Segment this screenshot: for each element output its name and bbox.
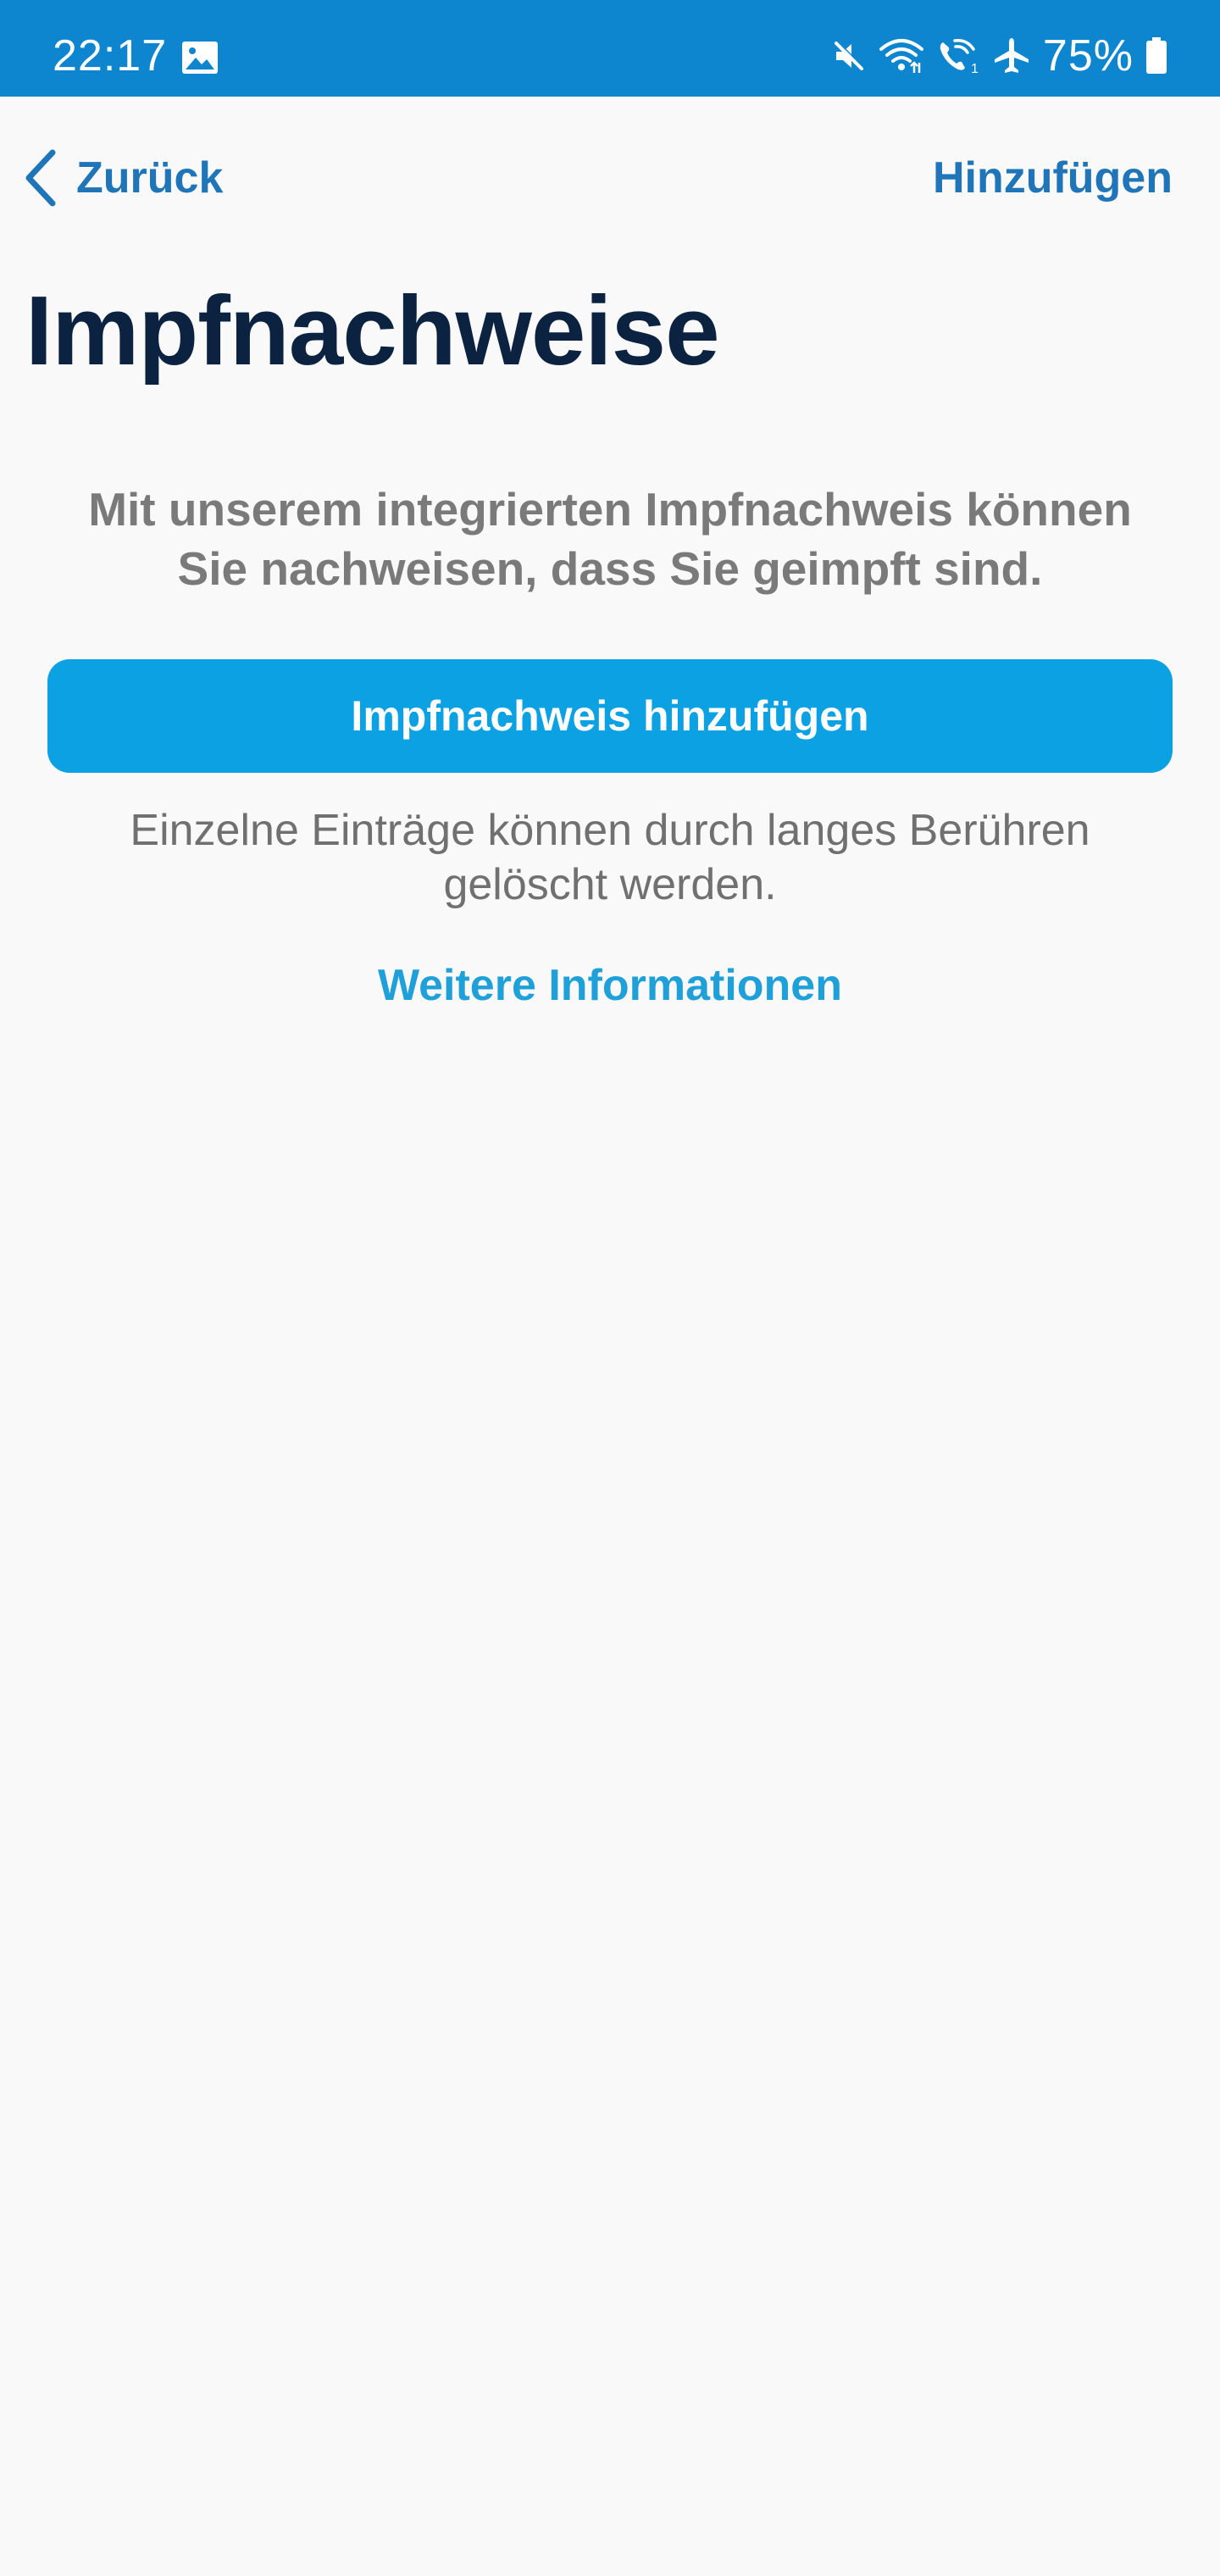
battery-level: 75% — [1042, 31, 1134, 80]
back-button-label: Zurück — [76, 153, 224, 203]
add-button[interactable]: Hinzufügen — [933, 144, 1173, 212]
mute-icon — [831, 38, 867, 74]
back-button[interactable]: Zurück — [22, 144, 223, 212]
battery-icon — [1145, 37, 1167, 75]
status-time: 22:17 — [53, 31, 168, 80]
svg-text:1: 1 — [971, 62, 979, 75]
airplane-icon — [992, 36, 1031, 75]
hint-text: Einzelne Einträge können durch langes Be… — [130, 806, 1090, 909]
status-bar: 22:17 1 75% — [0, 0, 1220, 97]
gallery-icon — [181, 41, 219, 75]
chevron-left-icon — [22, 147, 59, 208]
add-vaccination-certificate-button[interactable]: Impfnachweis hinzufügen — [47, 659, 1173, 773]
more-info-link[interactable]: Weitere Informationen — [47, 958, 1173, 1013]
status-icons: 1 75% — [831, 29, 1167, 83]
intro-text: Mit unserem integrierten Impfnachweis kö… — [88, 483, 1132, 595]
wifi-calling-icon: 1 — [936, 37, 980, 75]
wifi-icon — [879, 37, 924, 75]
page-title: Impfnachweise — [25, 275, 720, 386]
